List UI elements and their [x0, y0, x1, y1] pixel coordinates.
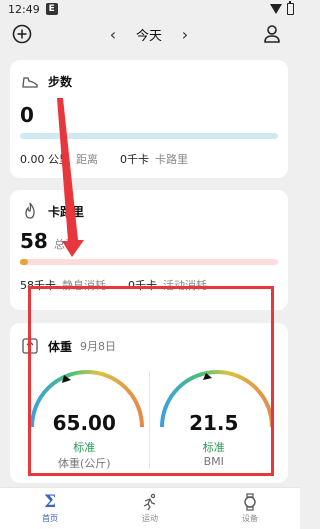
calories-progress-bar — [20, 259, 278, 265]
watch-icon — [244, 493, 256, 511]
sigma-icon: Σ — [43, 492, 57, 512]
weight-title: 体重 — [48, 339, 73, 354]
run-icon — [143, 493, 156, 511]
user-icon[interactable] — [262, 23, 282, 45]
weight-card[interactable]: 体重 9月8日 65.00 标准 体重(公斤) 21.5 标准 BMI — [10, 323, 288, 483]
nav-sport[interactable]: 运动 — [100, 488, 200, 529]
weight-status: 标准 — [73, 441, 96, 454]
calories-card[interactable]: 卡路里 58 总计 58千卡 静息消耗 0千卡 活动消耗 — [10, 190, 288, 310]
steps-card-header: 步数 — [20, 70, 278, 92]
bmi-value: 21.5 — [189, 411, 239, 435]
calories-value: 58 — [20, 229, 48, 253]
steps-title: 步数 — [48, 74, 73, 89]
nav-device-label: 设备 — [242, 514, 258, 523]
nav-device[interactable]: 设备 — [200, 488, 300, 529]
active-value: 0千卡 — [128, 279, 157, 292]
nav-home[interactable]: Σ 首页 — [0, 488, 100, 529]
weight-value: 65.00 — [52, 411, 116, 435]
calories-card-header: 卡路里 — [20, 200, 278, 222]
calories-total-row: 58 总计 — [20, 230, 278, 252]
bmi-status: 标准 — [202, 441, 225, 454]
steps-progress-bar — [20, 133, 278, 139]
weight-card-header: 体重 9月8日 — [20, 335, 278, 357]
add-icon[interactable] — [11, 23, 33, 45]
status-icons — [270, 1, 294, 15]
prev-day-button[interactable]: ‹ — [106, 25, 120, 44]
steps-stats: 0.00 公里 距离 0千卡 卡路里 — [20, 151, 278, 167]
active-label: 活动消耗 — [163, 279, 207, 292]
wifi-icon — [270, 4, 282, 14]
battery-icon — [287, 1, 294, 15]
resting-label: 静息消耗 — [62, 279, 106, 292]
shoe-icon — [22, 77, 38, 88]
status-bar: 12:49 E — [0, 0, 300, 18]
calories-unit: 总计 — [53, 238, 76, 251]
weight-gauge: 65.00 标准 体重(公斤) — [20, 367, 149, 477]
steps-calories-value: 0千卡 — [120, 153, 149, 166]
status-time: 12:49 — [8, 2, 40, 16]
calories-progress-fill — [20, 259, 28, 265]
weight-date: 9月8日 — [80, 340, 117, 353]
steps-value: 0 — [20, 103, 34, 127]
distance-value: 0.00 公里 — [20, 153, 70, 166]
steps-calories-label: 卡路里 — [155, 153, 188, 166]
distance-label: 距离 — [76, 153, 98, 166]
notification-badge: E — [45, 3, 58, 15]
bottom-nav: Σ 首页 运动 设备 — [0, 487, 300, 529]
bmi-gauge: 21.5 标准 BMI — [150, 367, 279, 477]
calories-stats: 58千卡 静息消耗 0千卡 活动消耗 — [20, 277, 278, 293]
bmi-label: BMI — [203, 455, 224, 468]
nav-home-label: 首页 — [42, 514, 58, 523]
calories-title: 卡路里 — [48, 204, 85, 219]
weight-label: 体重(公斤) — [57, 457, 111, 470]
nav-sport-label: 运动 — [142, 514, 158, 523]
date-navigator: ‹ 今天 › — [106, 20, 192, 48]
current-date-label: 今天 — [135, 28, 162, 44]
resting-value: 58千卡 — [20, 279, 56, 292]
steps-card[interactable]: 步数 0 0.00 公里 距离 0千卡 卡路里 — [10, 60, 288, 178]
scale-icon — [22, 338, 38, 354]
flame-icon — [25, 202, 35, 219]
next-day-button[interactable]: › — [178, 25, 192, 44]
weight-gauges: 65.00 标准 体重(公斤) 21.5 标准 BMI — [20, 367, 278, 477]
top-bar: ‹ 今天 › — [0, 20, 300, 48]
